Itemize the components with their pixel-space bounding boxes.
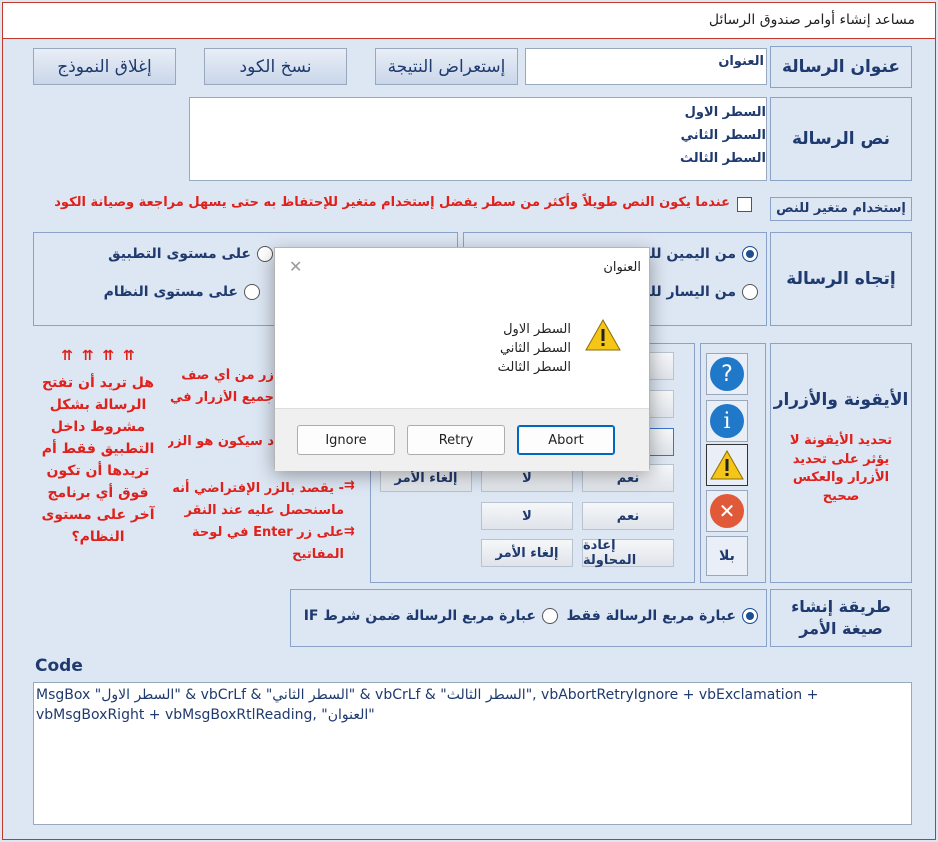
info-icon: i [710,404,744,438]
dialog-line: السطر الثالث [497,360,571,375]
button-set-2[interactable] [648,390,674,418]
scope-system-option[interactable]: على مستوى النظام [104,284,260,300]
cancel-button-2[interactable]: إلغاء الأمر [481,539,573,567]
critical-icon: ✕ [710,494,744,528]
direction-rtl-radio[interactable] [742,246,758,262]
default-button-note: - يقصد بالزر الإفتراضي أنه ماسنحصل عليه … [172,481,344,562]
retry-button[interactable]: إعادة المحاولة [582,538,674,568]
scope-system-radio[interactable] [244,284,260,300]
dialog-titlebar: ✕ العنوان [275,248,649,286]
msgbox-preview-dialog: ✕ العنوان السطر الاول السطر الثاني السطر… [274,247,650,471]
scope-app-radio[interactable] [257,246,273,262]
ignore-button[interactable]: Ignore [297,425,395,455]
dialog-line: السطر الاول [503,322,571,337]
window-title: مساعد إنشاء أوامر صندوق الرسائل [708,12,915,28]
partial-note-1: زر من أي صف [181,368,274,383]
dialog-title: العنوان [603,260,641,275]
title-bar: مساعد إنشاء أوامر صندوق الرسائل [3,3,935,39]
icons-buttons-label: الأيقونة والأزرار [773,389,909,410]
close-icon[interactable]: ✕ [289,257,302,276]
yes-button-2[interactable]: نعم [582,502,674,530]
use-variable-label: إستخدام متغير للنص [770,197,912,221]
arrow-mark-2: ⇉ [344,524,355,539]
dialog-body: السطر الاول السطر الثاني السطر الثالث [275,286,649,408]
scope-question-note: هل تريد أن تفتح الرسالة بشكل مشروط داخل … [41,375,155,545]
arrow-mark-1: ⇉ [344,478,355,493]
partial-note-2: جميع الأزرار في [169,390,274,405]
use-variable-checkbox[interactable] [737,197,752,212]
method-if-radio[interactable] [542,608,558,624]
arrows-note: ⇈ ⇈ ⇈ ⇈ [61,348,137,364]
direction-label: إتجاه الرسالة [770,232,912,326]
msg-body-input[interactable]: السطر الاول السطر الثاني السطر الثالث [189,97,767,181]
code-label: Code [35,656,83,676]
critical-icon-option[interactable]: ✕ [706,490,748,532]
method-if-option[interactable]: عبارة مربع الرسالة ضمن شرط IF [304,608,558,624]
msg-body-label: نص الرسالة [770,97,912,181]
method-label: طريقة إنشاء صيغة الأمر [770,589,912,647]
icons-buttons-panel: الأيقونة والأزرار تحديد الأيقونة لا يؤثر… [770,343,912,583]
direction-ltr-radio[interactable] [742,284,758,300]
retry-dialog-button[interactable]: Retry [407,425,505,455]
copy-code-button[interactable]: نسخ الكود [204,48,347,85]
button-set-1[interactable] [648,352,674,380]
abort-button[interactable]: Abort [517,425,615,455]
warning-icon [710,449,744,480]
scope-app-option[interactable]: على مستوى التطبيق [108,246,273,262]
code-textbox[interactable]: MsgBox "السطر الاول" & vbCrLf & "السطر ا… [33,682,912,825]
preview-button[interactable]: إستعراض النتيجة [375,48,518,85]
close-form-button[interactable]: إغلاق النموذج [33,48,176,85]
msg-title-input[interactable]: العنوان [525,48,767,85]
body-line: السطر الثالث [679,151,766,166]
method-only-option[interactable]: عبارة مربع الرسالة فقط [567,608,758,624]
partial-note-3: د سيكون هو الزر [168,434,274,449]
no-icon-option[interactable]: بلا [706,536,748,576]
info-icon-option[interactable]: i [706,400,748,442]
warning-icon [585,318,621,351]
no-button-2[interactable]: لا [481,502,573,530]
icon-hint: تحديد الأيقونة لا يؤثر على تحديد الأزرار… [789,432,893,505]
question-icon-option[interactable]: ? [706,353,748,395]
button-set-3[interactable] [648,428,674,456]
method-only-radio[interactable] [742,608,758,624]
dialog-line: السطر الثاني [499,341,571,356]
code-text: MsgBox "السطر الاول" & vbCrLf & "السطر ا… [36,687,819,723]
body-line: السطر الاول [684,105,766,120]
question-icon: ? [710,357,744,391]
dialog-footer: Ignore Retry Abort [275,408,649,471]
body-line: السطر الثاني [680,128,766,143]
use-variable-hint: عندما يكون النص طويلاً وأكثر من سطر يفضل… [54,195,730,210]
warning-icon-option[interactable] [706,444,748,486]
msg-title-label: عنوان الرسالة [770,46,912,88]
